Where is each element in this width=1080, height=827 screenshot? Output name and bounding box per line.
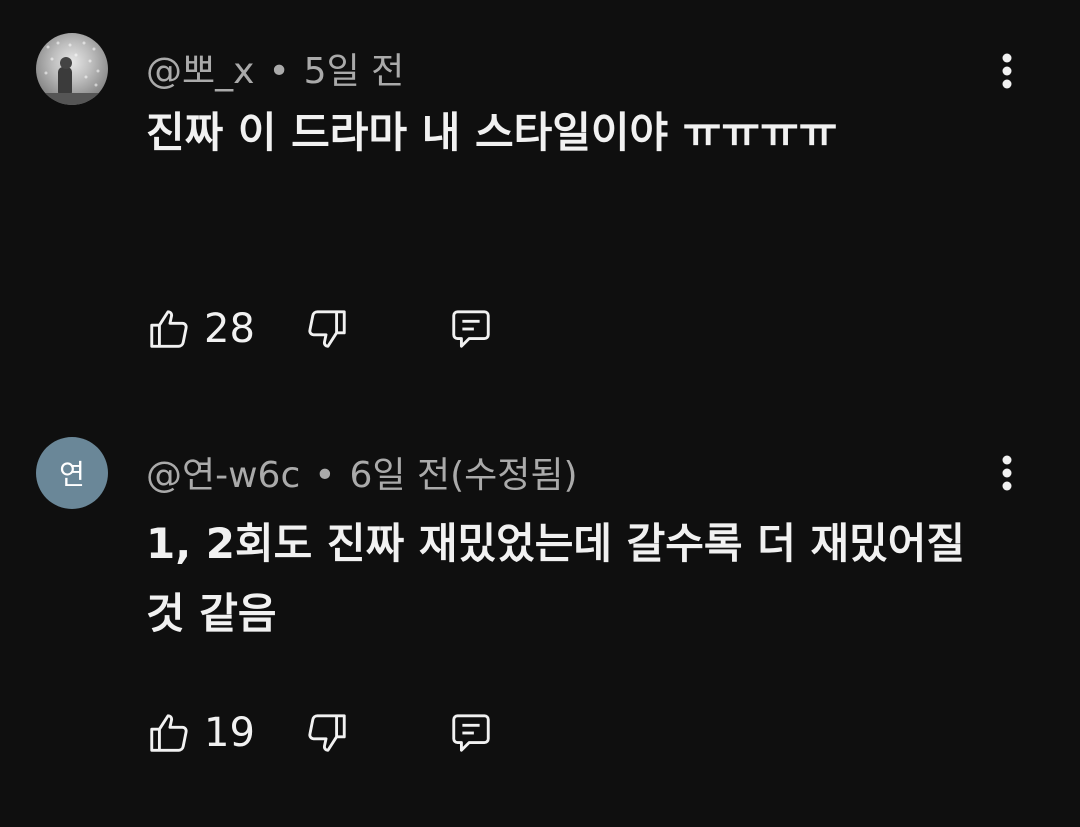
thumbs-up-icon [150,714,188,752]
comment-actions: 28 [146,304,494,354]
comment-time: 5일 전 [303,51,405,92]
avatar[interactable]: 연 [36,437,108,509]
reply-button[interactable] [448,306,494,352]
avatar-letter: 연 [59,458,85,491]
avatar[interactable] [36,33,108,105]
comment-icon [452,714,490,752]
reply-button[interactable] [448,710,494,756]
thumbs-down-icon [308,714,346,752]
separator-dot: • [268,51,290,92]
dislike-button[interactable] [304,710,350,756]
more-options-button[interactable] [992,454,1022,494]
thumbs-up-icon [150,310,188,348]
author-name[interactable]: @연-w6c [146,455,300,496]
comment-actions: 19 [146,708,494,758]
comment-meta: @연-w6c • 6일 전(수정됨) [146,446,578,498]
author-name[interactable]: @뽀_x [146,51,254,92]
more-vertical-icon [1002,455,1012,491]
dislike-button[interactable] [304,306,350,352]
like-button[interactable] [146,306,192,352]
comment-meta: @뽀_x • 5일 전 [146,42,404,94]
comment-text: 진짜 이 드라마 내 스타일이야 ㅠㅠㅠㅠ [146,108,838,157]
thumbs-down-icon [308,310,346,348]
more-options-button[interactable] [992,52,1022,92]
comment-time: 6일 전(수정됨) [349,455,578,496]
more-vertical-icon [1002,53,1012,89]
like-count: 19 [204,710,255,756]
comment-text: 1, 2회도 진짜 재밌었는데 갈수록 더 재밌어질 것 같음 [146,519,966,638]
avatar-photo-icon [36,41,108,105]
comment-icon [452,310,490,348]
like-button[interactable] [146,710,192,756]
like-count: 28 [204,306,255,352]
separator-dot: • [314,455,336,496]
